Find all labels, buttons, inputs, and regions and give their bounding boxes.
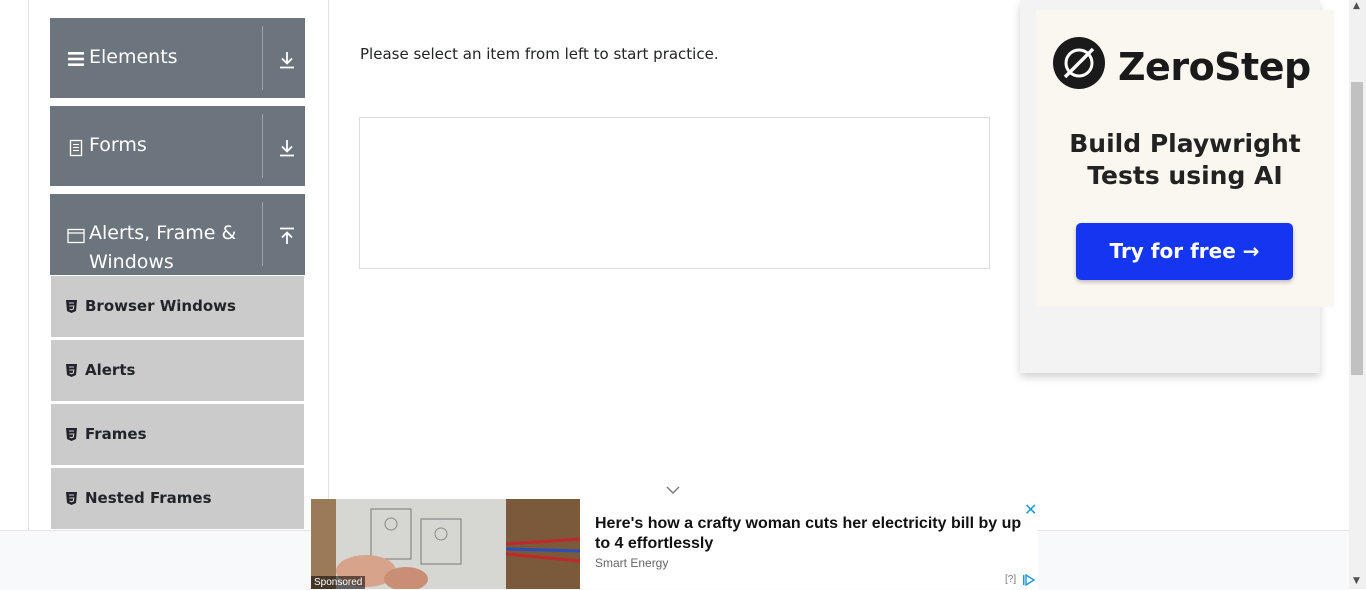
download-arrow-icon[interactable] [277, 138, 297, 158]
menu-item-frames[interactable]: Frames [51, 404, 304, 465]
group-title-line1: Alerts, Frame & [89, 222, 237, 244]
menu-item-label: Nested Frames [85, 489, 212, 507]
menu-item-nested-frames[interactable]: Nested Frames [51, 468, 304, 529]
content-column-border [328, 0, 329, 530]
menu-item-label: Browser Windows [85, 297, 236, 315]
practice-area [359, 117, 990, 269]
try-for-free-button[interactable]: Try for free → [1076, 223, 1293, 280]
group-header-elements[interactable]: Elements [50, 18, 305, 98]
ad-headline-line1: Build Playwright [1069, 129, 1301, 158]
group-header-forms[interactable]: Forms [50, 106, 305, 186]
hamburger-icon [68, 52, 84, 66]
ad-headline: Build Playwright Tests using AI [1036, 128, 1334, 192]
group-divider [262, 202, 263, 266]
group-divider [262, 114, 263, 178]
ad-info-link[interactable]: [?] [1005, 574, 1016, 585]
left-column-border [28, 0, 29, 530]
chevron-down-icon[interactable] [665, 484, 681, 496]
intro-text: Please select an item from left to start… [360, 45, 719, 63]
menu-item-alerts[interactable]: Alerts [51, 340, 304, 401]
group-divider [262, 26, 263, 90]
group-header-alerts-frame-windows[interactable]: Alerts, Frame & Windows [50, 194, 305, 275]
zerostep-logo-icon [1053, 37, 1105, 89]
sponsored-ad[interactable]: Sponsored Here's how a crafty woman cuts… [311, 499, 1038, 589]
group-title-forms: Forms [89, 134, 147, 156]
group-title-line2: Windows [89, 251, 174, 273]
window-icon [67, 228, 85, 244]
close-icon[interactable]: ✕ [1024, 500, 1037, 520]
scroll-thumb[interactable] [1351, 82, 1363, 375]
ad-title[interactable]: Here's how a crafty woman cuts her elect… [595, 514, 1025, 554]
adchoices-icon[interactable] [1022, 574, 1036, 586]
brand-name: ZeroStep [1118, 45, 1311, 89]
html5-icon [66, 300, 77, 313]
document-icon [69, 139, 83, 157]
ad-source: Smart Energy [595, 556, 669, 570]
scroll-down-arrow-icon[interactable]: ▼ [1353, 576, 1360, 586]
menu-item-browser-windows[interactable]: Browser Windows [51, 276, 304, 337]
html5-icon [66, 492, 77, 505]
group-title-elements: Elements [89, 46, 178, 68]
side-ad[interactable]: ZeroStep Build Playwright Tests using AI… [1020, 0, 1334, 373]
html5-icon [66, 428, 77, 441]
upload-arrow-icon[interactable] [277, 226, 297, 246]
ad-image[interactable]: Sponsored [311, 499, 580, 589]
sponsored-badge: Sponsored [311, 576, 366, 589]
html5-icon [66, 364, 77, 377]
menu-item-label: Frames [85, 425, 147, 443]
download-arrow-icon[interactable] [277, 50, 297, 70]
ad-headline-line2: Tests using AI [1087, 161, 1283, 190]
menu-item-label: Alerts [85, 361, 136, 379]
scroll-up-arrow-icon[interactable]: ▲ [1353, 1, 1360, 11]
